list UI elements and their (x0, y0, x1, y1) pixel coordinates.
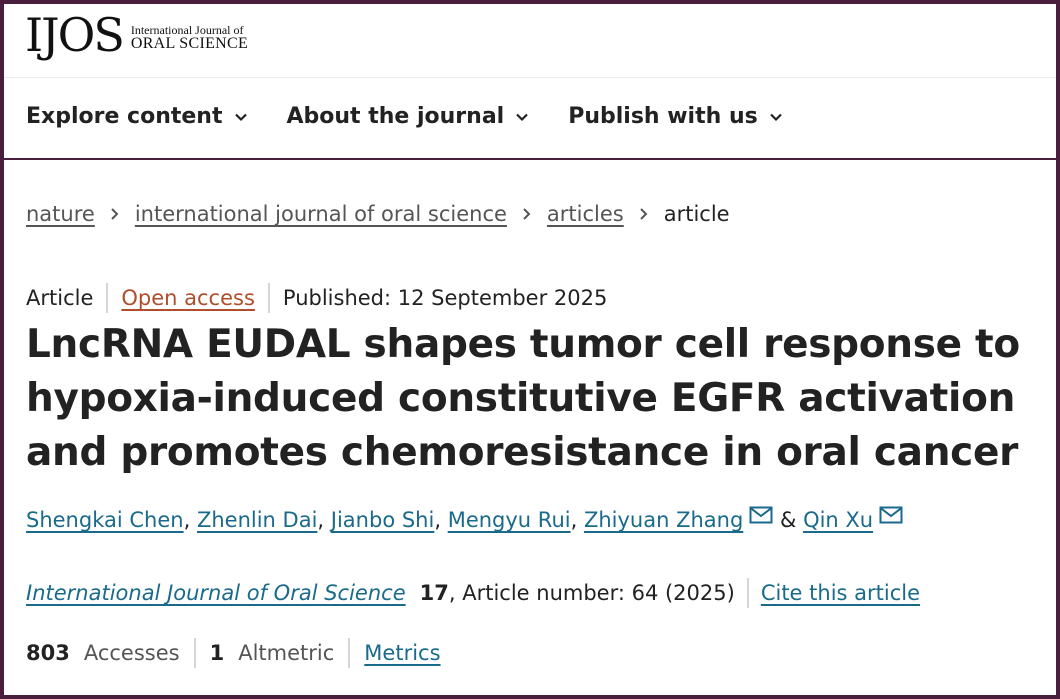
nav-item-label: About the journal (286, 104, 505, 129)
metrics-divider (348, 638, 351, 668)
open-access-link[interactable]: Open access (121, 286, 255, 310)
chevron-right-icon (111, 208, 119, 220)
altmetric-label: Altmetric (238, 641, 335, 665)
meta-divider (106, 283, 109, 313)
article-meta: Article Open access Published: 12 Septem… (26, 283, 607, 313)
breadcrumb-nature[interactable]: nature (26, 202, 95, 226)
volume-number: 17 (419, 581, 449, 605)
envelope-icon[interactable] (749, 506, 773, 524)
nav-explore-content[interactable]: Explore content (26, 104, 249, 129)
article-type: Article (26, 286, 94, 310)
citation-divider (746, 578, 749, 608)
author-link[interactable]: Jianbo Shi (331, 508, 435, 532)
citation-line: International Journal of Oral Science 17… (26, 578, 920, 608)
article-title: LncRNA EUDAL shapes tumor cell response … (26, 322, 1020, 475)
author-link[interactable]: Mengyu Rui (448, 508, 571, 532)
logo-line-2: ORAL SCIENCE (130, 35, 249, 52)
chevron-right-icon (640, 208, 648, 220)
published-date: Published: 12 September 2025 (282, 286, 608, 310)
logo-abbrev: IJOS (25, 8, 125, 62)
cite-this-article-link[interactable]: Cite this article (761, 581, 920, 605)
article-number: , Article number: 64 (2025) (448, 581, 735, 605)
breadcrumb: nature international journal of oral sci… (26, 202, 730, 226)
author-separator: , (570, 508, 578, 532)
nav-item-label: Publish with us (568, 104, 758, 129)
breadcrumb-current: article (663, 202, 730, 226)
author-separator: , (183, 508, 191, 532)
author-link[interactable]: Zhenlin Dai (197, 508, 317, 532)
altmetric-count: 1 (209, 641, 225, 665)
author-link[interactable]: Shengkai Chen (26, 508, 184, 532)
metrics-divider (193, 638, 196, 668)
breadcrumb-articles[interactable]: articles (547, 202, 624, 226)
accesses-label: Accesses (83, 641, 180, 665)
author-link[interactable]: Zhiyuan Zhang (584, 508, 743, 532)
accesses-count: 803 (26, 641, 70, 665)
journal-name-link[interactable]: International Journal of Oral Science (26, 581, 406, 605)
chevron-down-icon (516, 113, 528, 121)
author-separator: , (317, 508, 325, 532)
logo-full-name: International Journal of ORAL SCIENCE (130, 23, 249, 52)
metrics-bar: 803 Accesses 1 Altmetric Metrics (26, 638, 441, 668)
nav-publish-with-us[interactable]: Publish with us (568, 104, 784, 129)
nav-about-journal[interactable]: About the journal (287, 104, 531, 129)
meta-divider (267, 283, 270, 313)
chevron-right-icon (523, 208, 531, 220)
author-separator: , (434, 508, 442, 532)
logo-bar: IJOS International Journal of ORAL SCIEN… (4, 4, 1056, 78)
envelope-icon[interactable] (879, 506, 903, 524)
breadcrumb-journal[interactable]: international journal of oral science (135, 202, 507, 226)
chevron-down-icon (234, 113, 247, 121)
journal-logo[interactable]: IJOS International Journal of ORAL SCIEN… (25, 10, 248, 60)
author-link[interactable]: Qin Xu (803, 508, 873, 532)
chevron-down-icon (769, 113, 782, 121)
nav-item-label: Explore content (26, 104, 223, 129)
author-list: Shengkai Chen, Zhenlin Dai, Jianbo Shi, … (26, 506, 903, 532)
metrics-link[interactable]: Metrics (364, 641, 440, 665)
main-nav: Explore content About the journal Publis… (26, 104, 822, 129)
author-ampersand: & (779, 508, 797, 532)
